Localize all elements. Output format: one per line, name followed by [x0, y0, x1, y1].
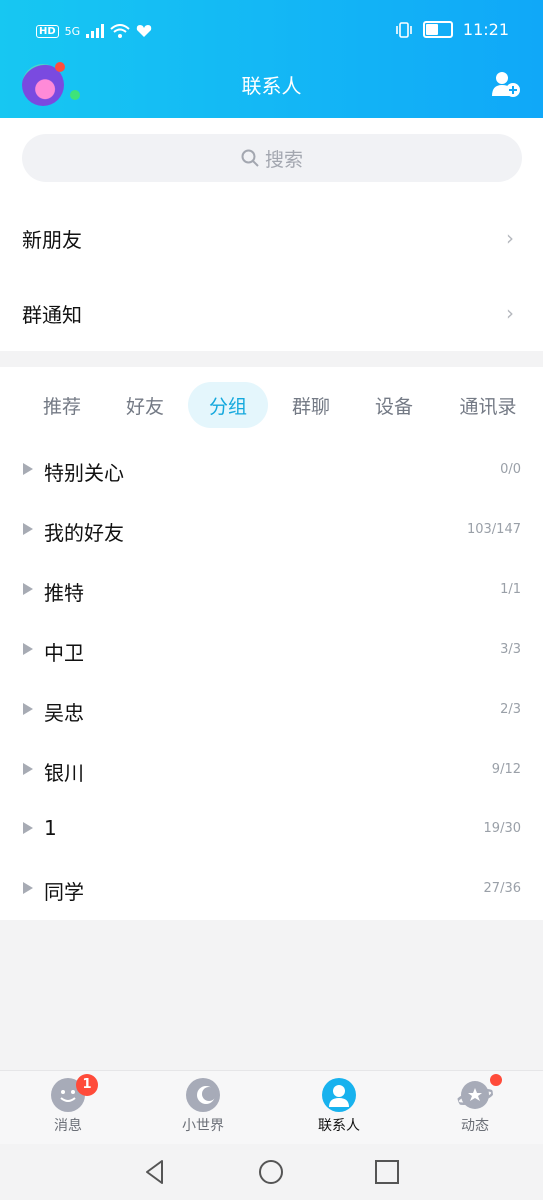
new-friends-row[interactable]: 新朋友 › — [0, 203, 543, 273]
contact-tabs: 推荐 好友 分组 群聊 设备 通讯录 — [0, 382, 543, 428]
group-name: 中卫 — [44, 641, 84, 665]
app-header: HD 5G 11:21 联系人 — [0, 0, 543, 118]
nav-small-world-label: 小世界 — [182, 1118, 224, 1134]
nav-contacts-label: 联系人 — [318, 1118, 360, 1134]
group-count: 0/0 — [500, 462, 521, 477]
group-row[interactable]: 银川 9/12 — [0, 744, 543, 800]
tab-recommend[interactable]: 推荐 — [22, 382, 102, 428]
signal-icon — [86, 24, 105, 38]
group-count: 19/30 — [483, 821, 521, 836]
group-notice-row[interactable]: 群通知 › — [0, 278, 543, 348]
group-name: 我的好友 — [44, 521, 124, 545]
nav-small-world[interactable]: 小世界 — [158, 1077, 248, 1143]
new-friends-label: 新朋友 — [22, 227, 82, 252]
expand-arrow-icon — [23, 463, 33, 475]
expand-arrow-icon — [23, 822, 33, 834]
contacts-icon — [322, 1078, 356, 1112]
group-name: 同学 — [44, 880, 84, 904]
add-contact-icon[interactable] — [491, 70, 521, 98]
group-name: 1 — [44, 816, 57, 840]
battery-icon — [422, 21, 453, 38]
home-icon[interactable] — [257, 1158, 285, 1186]
group-count: 9/12 — [491, 762, 521, 777]
group-count: 1/1 — [500, 582, 521, 597]
chevron-right-icon: › — [506, 226, 514, 250]
hd-indicator: HD — [36, 24, 59, 38]
group-count: 2/3 — [500, 702, 521, 717]
group-count: 103/147 — [466, 522, 521, 537]
expand-arrow-icon — [23, 523, 33, 535]
group-count: 27/36 — [483, 881, 521, 896]
search-icon — [241, 149, 259, 167]
feed-icon — [457, 1081, 493, 1109]
search-bar[interactable]: 搜索 — [22, 134, 522, 182]
nav-messages-label: 消息 — [54, 1118, 82, 1134]
group-name: 银川 — [44, 761, 84, 785]
tab-groups[interactable]: 分组 — [188, 382, 268, 428]
nav-feed-label: 动态 — [461, 1118, 489, 1134]
nav-feed[interactable]: 动态 — [430, 1077, 520, 1143]
health-icon — [137, 25, 152, 37]
vibrate-icon — [396, 21, 412, 38]
group-name: 推特 — [44, 581, 84, 605]
group-name: 特别关心 — [44, 461, 124, 485]
messages-unread-badge: 1 — [76, 1074, 98, 1096]
group-row[interactable]: 中卫 3/3 — [0, 624, 543, 680]
network-type: 5G — [64, 24, 81, 38]
group-count: 3/3 — [500, 642, 521, 657]
wifi-icon — [110, 24, 130, 38]
search-placeholder: 搜索 — [264, 148, 303, 171]
page-title: 联系人 — [241, 74, 302, 98]
group-row[interactable]: 我的好友 103/147 — [0, 504, 543, 560]
expand-arrow-icon — [23, 703, 33, 715]
chevron-right-icon: › — [506, 301, 514, 325]
nav-contacts[interactable]: 联系人 — [294, 1077, 384, 1143]
back-icon[interactable] — [142, 1158, 170, 1186]
group-row[interactable]: 同学 27/36 — [0, 863, 543, 919]
tab-group-chats[interactable]: 群聊 — [271, 382, 351, 428]
status-time: 11:21 — [462, 20, 509, 39]
group-row[interactable]: 1 19/30 — [0, 803, 543, 859]
feed-notification-dot — [490, 1074, 502, 1086]
nav-messages[interactable]: 消息 — [23, 1077, 113, 1143]
expand-arrow-icon — [23, 763, 33, 775]
small-world-icon — [186, 1078, 220, 1112]
group-row[interactable]: 推特 1/1 — [0, 564, 543, 620]
group-row[interactable]: 吴忠 2/3 — [0, 684, 543, 740]
tab-friends[interactable]: 好友 — [105, 382, 185, 428]
tab-devices[interactable]: 设备 — [354, 382, 434, 428]
expand-arrow-icon — [23, 583, 33, 595]
recent-apps-icon[interactable] — [373, 1158, 401, 1186]
expand-arrow-icon — [23, 882, 33, 894]
system-nav-bar — [0, 1144, 543, 1200]
group-row[interactable]: 特别关心 0/0 — [0, 444, 543, 500]
status-bar: HD 5G 11:21 — [0, 18, 543, 48]
group-name: 吴忠 — [44, 701, 84, 725]
group-notice-label: 群通知 — [22, 302, 82, 327]
tab-address-book[interactable]: 通讯录 — [445, 382, 531, 428]
expand-arrow-icon — [23, 643, 33, 655]
